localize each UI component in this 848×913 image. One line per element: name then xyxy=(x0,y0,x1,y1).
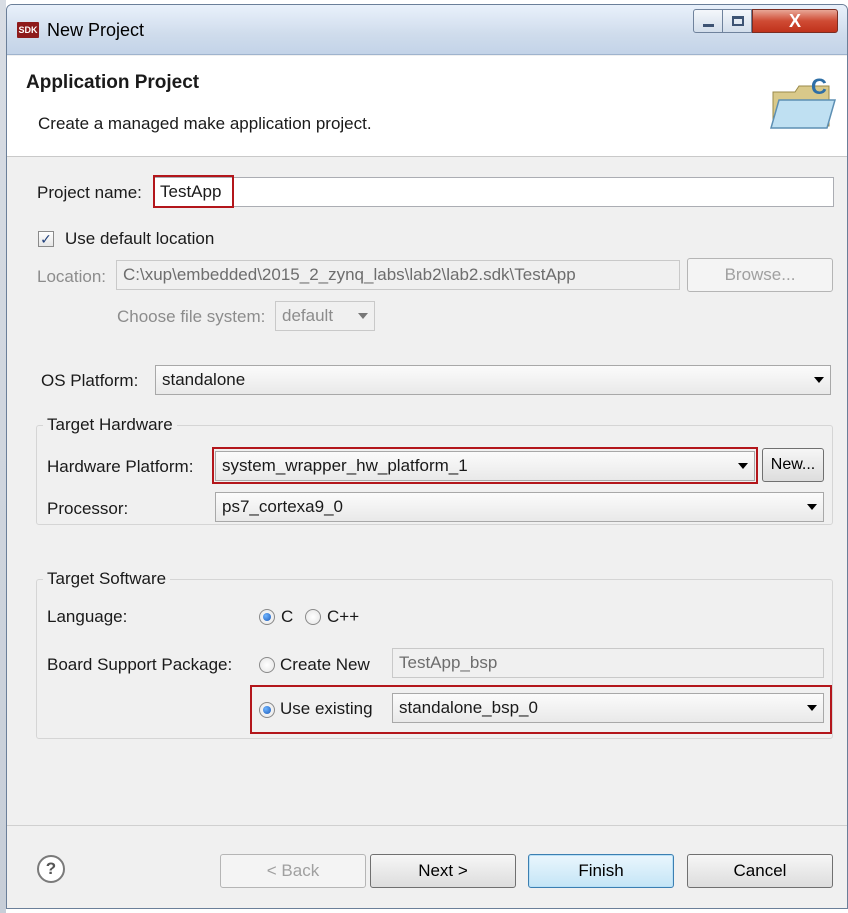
folder-c-icon: C xyxy=(770,74,836,129)
file-system-label: Choose file system: xyxy=(117,307,266,326)
file-system-select[interactable]: default xyxy=(275,301,375,331)
browse-button[interactable]: Browse... xyxy=(687,258,833,292)
page-description: Create a managed make application projec… xyxy=(38,114,372,133)
os-platform-select[interactable]: standalone xyxy=(155,365,831,395)
language-cpp-radio[interactable] xyxy=(305,609,321,625)
maximize-icon xyxy=(732,16,744,26)
project-name-value: TestApp xyxy=(160,182,222,201)
language-c-label: C xyxy=(281,607,294,626)
footer-divider xyxy=(7,825,847,826)
use-existing-bsp-value: standalone_bsp_0 xyxy=(399,698,538,717)
language-label: Language: xyxy=(47,607,128,626)
os-platform-value: standalone xyxy=(162,370,246,389)
chevron-down-icon xyxy=(738,463,748,469)
location-label: Location: xyxy=(37,267,106,286)
processor-select[interactable]: ps7_cortexa9_0 xyxy=(215,492,824,522)
target-software-title: Target Software xyxy=(43,569,171,589)
title-bar[interactable]: SDK New Project X xyxy=(7,5,847,55)
wizard-header: Application Project Create a managed mak… xyxy=(7,56,847,157)
use-existing-bsp-radio[interactable] xyxy=(259,702,275,718)
new-project-dialog: SDK New Project X Application Project Cr… xyxy=(6,4,848,909)
create-new-bsp-radio[interactable] xyxy=(259,657,275,673)
close-button[interactable]: X xyxy=(752,9,838,33)
minimize-button[interactable] xyxy=(693,9,723,33)
location-value: C:\xup\embedded\2015_2_zynq_labs\lab2\la… xyxy=(123,265,576,284)
create-new-bsp-value: TestApp_bsp xyxy=(399,653,498,672)
maximize-button[interactable] xyxy=(722,9,752,33)
use-default-location-checkbox[interactable]: ✓ xyxy=(38,231,54,247)
chevron-down-icon xyxy=(807,504,817,510)
hardware-platform-value: system_wrapper_hw_platform_1 xyxy=(222,456,468,475)
target-hardware-title: Target Hardware xyxy=(43,415,177,435)
hardware-platform-label: Hardware Platform: xyxy=(47,457,194,476)
sdk-app-icon: SDK xyxy=(17,22,39,38)
bsp-label: Board Support Package: xyxy=(47,655,233,674)
folder-c-letter: C xyxy=(811,74,827,99)
close-icon: X xyxy=(788,11,801,31)
create-new-bsp-label: Create New xyxy=(280,655,370,674)
file-system-value: default xyxy=(282,306,334,325)
window-title: New Project xyxy=(47,20,145,40)
processor-label: Processor: xyxy=(47,499,129,518)
project-name-input[interactable]: TestApp xyxy=(153,177,834,207)
chevron-down-icon xyxy=(814,377,824,383)
next-button[interactable]: Next > xyxy=(370,854,516,888)
chevron-down-icon xyxy=(807,705,817,711)
use-existing-bsp-label: Use existing xyxy=(280,699,373,718)
use-default-location-label: Use default location xyxy=(65,229,215,248)
location-input[interactable]: C:\xup\embedded\2015_2_zynq_labs\lab2\la… xyxy=(116,260,680,290)
processor-value: ps7_cortexa9_0 xyxy=(222,497,343,516)
language-cpp-label: C++ xyxy=(327,607,360,626)
minimize-icon xyxy=(703,24,714,27)
create-new-bsp-input[interactable]: TestApp_bsp xyxy=(392,648,824,678)
cancel-button[interactable]: Cancel xyxy=(687,854,833,888)
language-c-radio[interactable] xyxy=(259,609,275,625)
hardware-platform-select[interactable]: system_wrapper_hw_platform_1 xyxy=(215,451,755,481)
os-platform-label: OS Platform: xyxy=(41,371,139,390)
finish-button[interactable]: Finish xyxy=(528,854,674,888)
help-icon[interactable]: ? xyxy=(37,855,65,883)
page-title: Application Project xyxy=(26,72,200,93)
use-existing-bsp-select[interactable]: standalone_bsp_0 xyxy=(392,693,824,723)
project-name-label: Project name: xyxy=(37,183,142,202)
chevron-down-icon xyxy=(358,313,368,319)
back-button[interactable]: < Back xyxy=(220,854,366,888)
new-hardware-platform-button[interactable]: New... xyxy=(762,448,824,482)
